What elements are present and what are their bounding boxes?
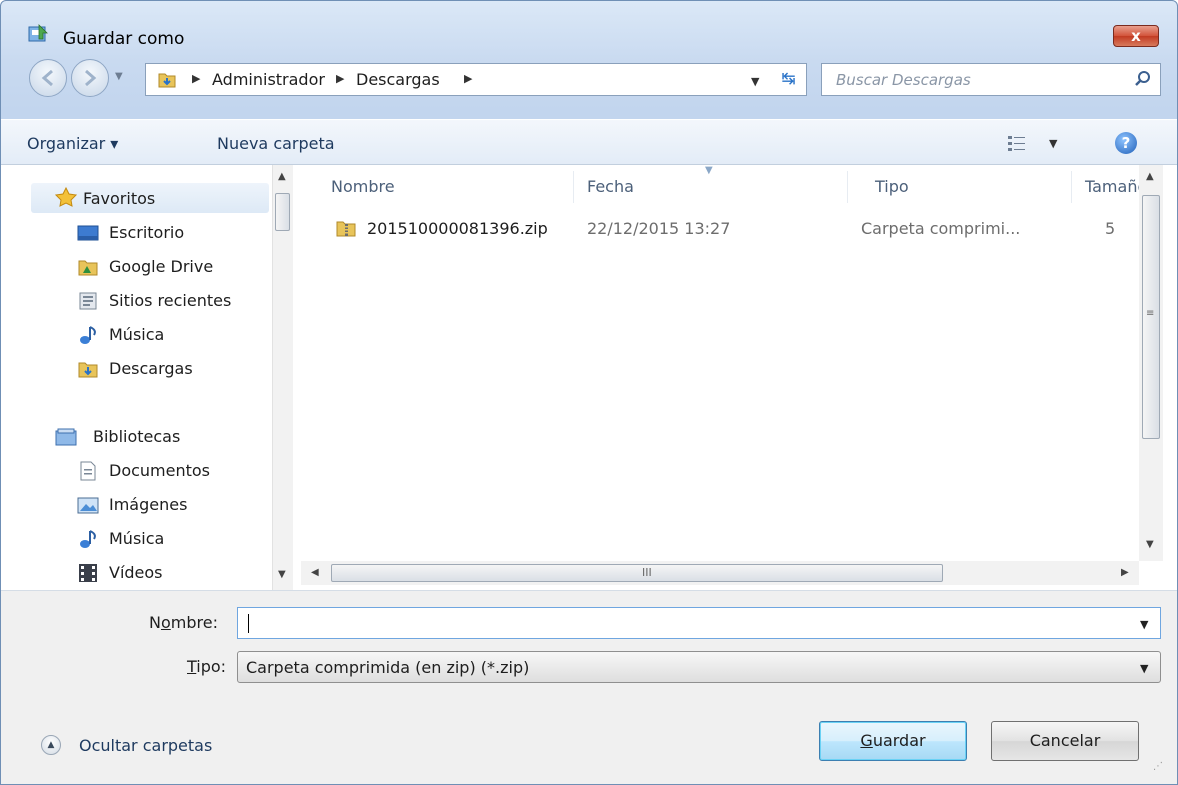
address-dropdown-icon[interactable]: ▼ bbox=[751, 75, 759, 88]
sidebar-scrollbar[interactable]: ▲ ▼ bbox=[272, 165, 293, 590]
search-box[interactable]: Buscar Descargas bbox=[821, 63, 1161, 96]
sort-indicator-icon: ▼ bbox=[705, 165, 713, 176]
column-divider[interactable] bbox=[847, 171, 848, 203]
sidebar-item-documentos[interactable]: Documentos bbox=[109, 461, 210, 480]
content-area: Favoritos Escritorio Google Drive Sitios… bbox=[1, 165, 1177, 590]
column-header-fecha[interactable]: Fecha bbox=[587, 177, 634, 196]
recent-locations-dropdown-icon[interactable]: ▼ bbox=[115, 71, 123, 82]
file-type-select[interactable]: Carpeta comprimida (en zip) (*.zip) ▼ bbox=[237, 651, 1161, 683]
file-name: 201510000081396.zip bbox=[367, 219, 548, 238]
file-list-horizontal-scrollbar[interactable]: ◀ III ▶ bbox=[301, 561, 1139, 585]
desktop-icon bbox=[77, 225, 99, 241]
scroll-down-icon[interactable]: ▼ bbox=[278, 569, 286, 580]
text-caret bbox=[248, 614, 249, 633]
organize-menu[interactable]: Organizar ▾ bbox=[27, 134, 118, 153]
file-size: 5 bbox=[1105, 219, 1116, 238]
view-options-icon[interactable] bbox=[1007, 134, 1027, 152]
save-form: Nombre: ▼ Tipo: Carpeta comprimida (en z… bbox=[1, 590, 1177, 784]
address-bar[interactable]: ▶ Administrador ▶ Descargas ▶ bbox=[145, 63, 805, 96]
back-button[interactable] bbox=[29, 59, 67, 97]
refresh-button[interactable]: ↹ bbox=[771, 63, 807, 96]
scroll-down-icon[interactable]: ▼ bbox=[1146, 539, 1154, 550]
recent-places-icon bbox=[79, 292, 97, 310]
close-icon: x bbox=[1131, 27, 1141, 45]
documents-icon bbox=[80, 461, 96, 481]
save-dialog-icon bbox=[28, 24, 48, 42]
scroll-up-icon[interactable]: ▲ bbox=[1146, 171, 1154, 182]
save-button[interactable]: Guardar bbox=[819, 721, 967, 761]
file-date: 22/12/2015 13:27 bbox=[587, 219, 731, 238]
breadcrumb-separator-icon[interactable]: ▶ bbox=[464, 72, 472, 85]
hide-folders-toggle[interactable]: ▲ bbox=[39, 733, 65, 759]
music-note-icon bbox=[80, 326, 96, 344]
file-list-scroll-thumb[interactable]: ≡ bbox=[1142, 195, 1160, 439]
forward-arrow-icon bbox=[85, 69, 97, 87]
close-button[interactable]: x bbox=[1113, 25, 1159, 47]
hide-folders-link[interactable]: Ocultar carpetas bbox=[79, 736, 212, 755]
sidebar-item-favoritos[interactable]: Favoritos bbox=[83, 189, 155, 208]
sidebar-item-descargas[interactable]: Descargas bbox=[109, 359, 193, 378]
music-note-icon bbox=[80, 530, 96, 548]
sidebar-scroll-thumb[interactable] bbox=[275, 193, 290, 231]
title-bar: Guardar como x bbox=[1, 1, 1177, 49]
sidebar-item-videos[interactable]: Vídeos bbox=[109, 563, 163, 582]
navigation-pane: Favoritos Escritorio Google Drive Sitios… bbox=[1, 165, 301, 590]
scroll-grip-icon: ≡ bbox=[1146, 308, 1155, 319]
new-folder-button[interactable]: Nueva carpeta bbox=[217, 134, 335, 153]
sidebar-item-google-drive[interactable]: Google Drive bbox=[109, 257, 213, 276]
refresh-icon: ↹ bbox=[781, 69, 796, 89]
column-divider[interactable] bbox=[573, 171, 574, 203]
sidebar-item-sitios-recientes[interactable]: Sitios recientes bbox=[109, 291, 231, 310]
sidebar-item-musica-library[interactable]: Música bbox=[109, 529, 164, 548]
downloads-folder-icon bbox=[158, 73, 176, 88]
breadcrumb-administrador[interactable]: Administrador bbox=[212, 70, 325, 89]
file-type-value: Carpeta comprimida (en zip) (*.zip) bbox=[246, 658, 530, 677]
column-header-tamano[interactable]: Tamañc bbox=[1085, 177, 1146, 196]
scroll-up-icon[interactable]: ▲ bbox=[278, 171, 286, 182]
command-toolbar: Organizar ▾ Nueva carpeta ▼ ? bbox=[1, 119, 1177, 165]
downloads-folder-icon bbox=[78, 362, 98, 378]
search-icon[interactable] bbox=[1134, 70, 1152, 88]
google-drive-folder-icon bbox=[78, 260, 98, 276]
forward-button[interactable] bbox=[71, 59, 109, 97]
file-type: Carpeta comprimi... bbox=[861, 219, 1021, 238]
scroll-left-icon[interactable]: ◀ bbox=[311, 567, 319, 578]
pictures-icon bbox=[77, 497, 99, 514]
sidebar-item-escritorio[interactable]: Escritorio bbox=[109, 223, 184, 242]
search-placeholder: Buscar Descargas bbox=[836, 71, 971, 89]
column-header-nombre[interactable]: Nombre bbox=[331, 177, 395, 196]
scroll-grip-icon: III bbox=[642, 566, 652, 579]
zip-folder-icon bbox=[336, 221, 356, 237]
resize-grip-icon[interactable]: ⋰ bbox=[1153, 761, 1163, 772]
sidebar-item-imagenes[interactable]: Imágenes bbox=[109, 495, 187, 514]
cancel-button[interactable]: Cancelar bbox=[991, 721, 1139, 761]
table-row[interactable]: 201510000081396.zip 22/12/2015 13:27 Car… bbox=[327, 213, 1117, 243]
breadcrumb-separator-icon[interactable]: ▶ bbox=[192, 72, 200, 85]
file-type-dropdown-icon[interactable]: ▼ bbox=[1140, 662, 1148, 675]
view-dropdown-icon[interactable]: ▼ bbox=[1049, 137, 1057, 150]
column-header-tipo[interactable]: Tipo bbox=[875, 177, 909, 196]
type-label: Tipo: bbox=[187, 657, 227, 676]
videos-icon bbox=[79, 564, 97, 582]
back-arrow-icon bbox=[41, 69, 53, 87]
sidebar-item-bibliotecas[interactable]: Bibliotecas bbox=[93, 427, 180, 446]
file-list-scrollbar[interactable]: ▲ ≡ ▼ bbox=[1139, 165, 1163, 561]
file-name-input[interactable]: ▼ bbox=[237, 607, 1161, 639]
file-list: Nombre Fecha ▼ Tipo Tamañc 2015100000813… bbox=[301, 165, 1177, 590]
column-divider[interactable] bbox=[1071, 171, 1072, 203]
chevron-up-icon: ▲ bbox=[41, 735, 61, 755]
help-icon[interactable]: ? bbox=[1115, 132, 1137, 154]
star-icon bbox=[55, 187, 77, 207]
sidebar-item-musica[interactable]: Música bbox=[109, 325, 164, 344]
breadcrumb-descargas[interactable]: Descargas bbox=[356, 70, 440, 89]
window-title: Guardar como bbox=[63, 29, 185, 49]
libraries-icon bbox=[55, 428, 77, 446]
save-as-dialog: Guardar como x ▼ ▶ Administrador ▶ Desca… bbox=[0, 0, 1178, 785]
breadcrumb-separator-icon[interactable]: ▶ bbox=[336, 72, 344, 85]
name-label: Nombre: bbox=[149, 613, 218, 632]
scroll-right-icon[interactable]: ▶ bbox=[1121, 567, 1129, 578]
file-name-dropdown-icon[interactable]: ▼ bbox=[1140, 618, 1148, 631]
horizontal-scroll-thumb[interactable]: III bbox=[331, 564, 943, 582]
